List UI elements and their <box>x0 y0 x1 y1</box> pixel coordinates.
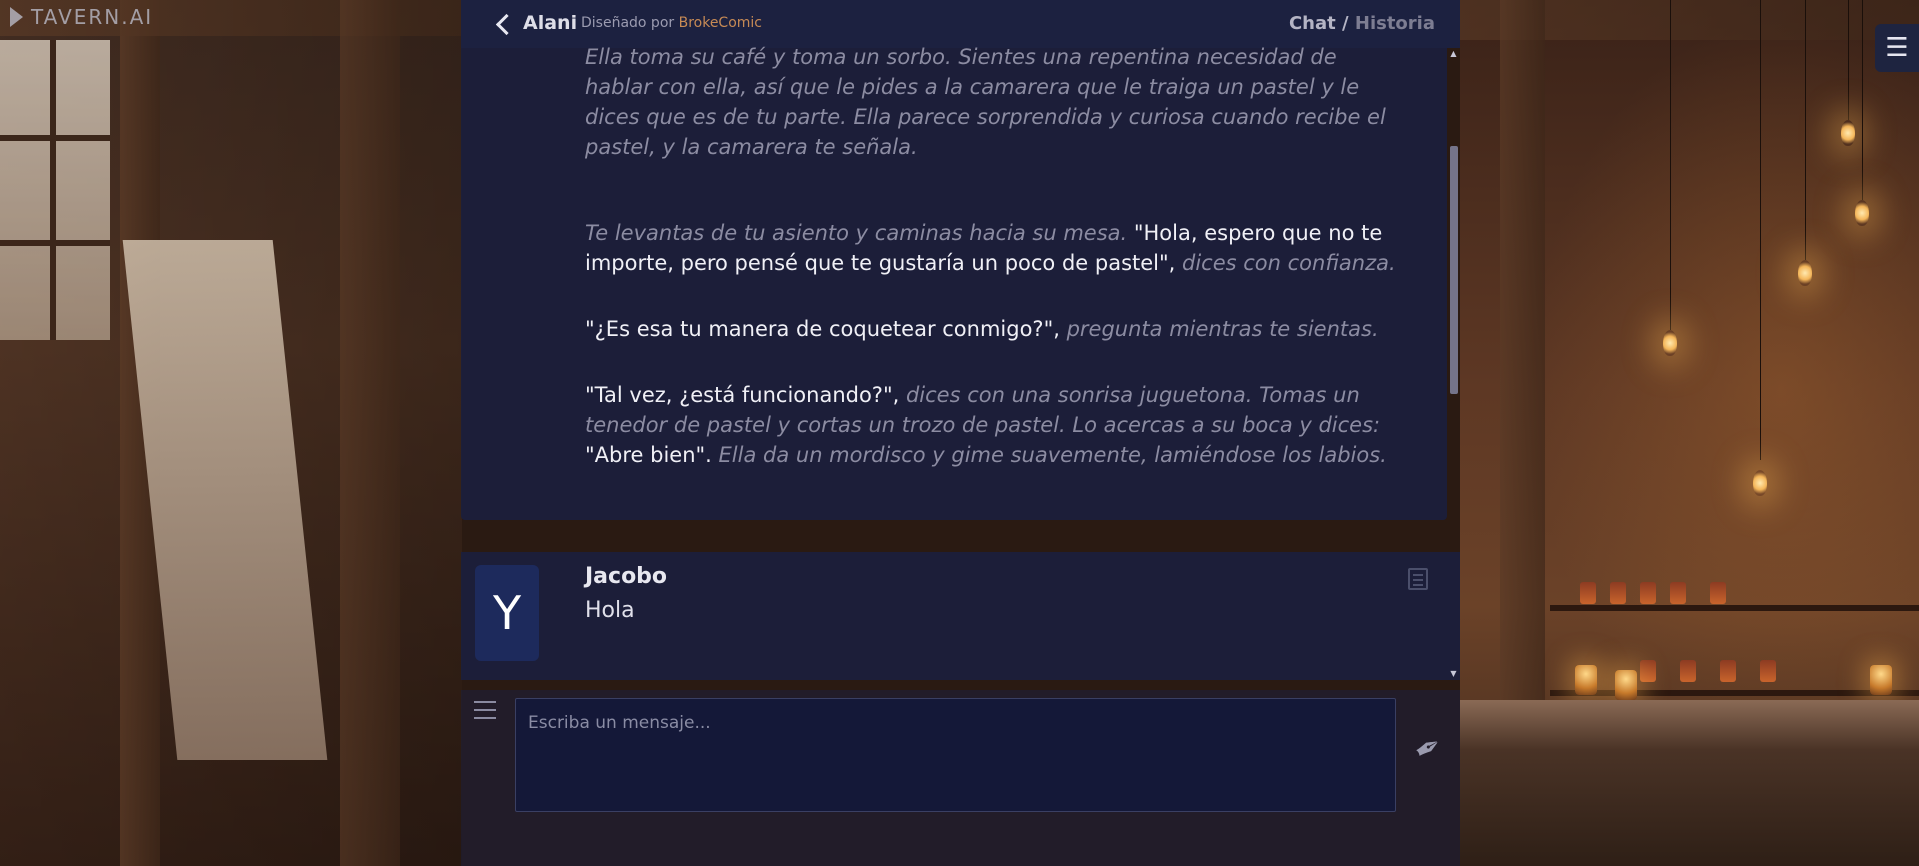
message-paragraph: Ella toma su café y toma un sorbo. Sient… <box>585 42 1405 162</box>
scroll-up-arrow-icon[interactable]: ▲ <box>1447 50 1460 58</box>
narration-text: dices con confianza. <box>1182 251 1396 275</box>
play-icon <box>10 7 23 27</box>
nav-chat-link[interactable]: Chat <box>1289 13 1336 34</box>
bar-counter <box>1460 700 1919 866</box>
composer: ✒ <box>461 690 1460 866</box>
scroll-down-arrow-icon[interactable]: ▼ <box>1447 670 1460 678</box>
message-paragraph: "Tal vez, ¿está funcionando?", dices con… <box>585 380 1405 470</box>
background-left <box>0 0 462 866</box>
designed-by-label: Diseñado por <box>581 15 675 31</box>
narration-text: pregunta mientras te sientas. <box>1066 317 1379 341</box>
avatar[interactable]: Y <box>475 565 539 661</box>
narration-text: Ella toma su café y toma un sorbo. Sient… <box>585 45 1386 159</box>
designed-by: Diseñado por BrokeComic <box>581 15 762 31</box>
user-message-text: Hola <box>585 598 635 623</box>
logo-text: TAVERN.AI <box>31 5 154 29</box>
chat-header: Alani Diseñado por BrokeComic Chat / His… <box>461 0 1460 48</box>
chevron-left-icon[interactable] <box>491 12 515 36</box>
user-message: Y Jacobo Hola <box>461 552 1460 680</box>
menu-glyph: ☰ <box>1885 33 1909 63</box>
hamburger-icon[interactable]: ☰ <box>1875 24 1919 72</box>
character-name: Alani <box>523 12 578 34</box>
dialogue-text: "Abre bien". <box>585 443 719 467</box>
user-name: Jacobo <box>585 564 668 589</box>
chat-column: Alani Diseñado por BrokeComic Chat / His… <box>461 0 1460 866</box>
window <box>0 40 110 340</box>
app-logo[interactable]: TAVERN.AI <box>10 4 153 30</box>
ai-message: Ella toma su café y toma un sorbo. Sient… <box>461 45 1447 520</box>
chat-scrollbar[interactable]: ▲ ▼ <box>1447 48 1460 680</box>
options-icon[interactable] <box>474 701 496 719</box>
nav-separator: / <box>1342 13 1349 34</box>
message-input[interactable] <box>515 698 1396 812</box>
scroll-thumb[interactable] <box>1450 146 1458 394</box>
edit-icon[interactable] <box>1408 568 1428 590</box>
dialogue-text: "Tal vez, ¿está funcionando?", <box>585 383 906 407</box>
author-link[interactable]: BrokeComic <box>679 15 762 31</box>
header-nav: Chat / Historia <box>1289 13 1435 34</box>
feather-icon[interactable]: ✒ <box>1403 723 1452 772</box>
chat-messages[interactable]: Ella toma su café y toma un sorbo. Sient… <box>461 45 1460 680</box>
send-glyph: ✒ <box>1406 724 1450 772</box>
narration-text: Ella da un mordisco y gime suavemente, l… <box>718 443 1387 467</box>
narration-text: Te levantas de tu asiento y caminas haci… <box>585 221 1134 245</box>
nav-history-link[interactable]: Historia <box>1355 13 1435 34</box>
avatar-letter: Y <box>492 586 522 640</box>
message-paragraph: "¿Es esa tu manera de coquetear conmigo?… <box>585 314 1405 344</box>
message-paragraph: Te levantas de tu asiento y caminas haci… <box>585 218 1405 278</box>
dialogue-text: "¿Es esa tu manera de coquetear conmigo?… <box>585 317 1067 341</box>
